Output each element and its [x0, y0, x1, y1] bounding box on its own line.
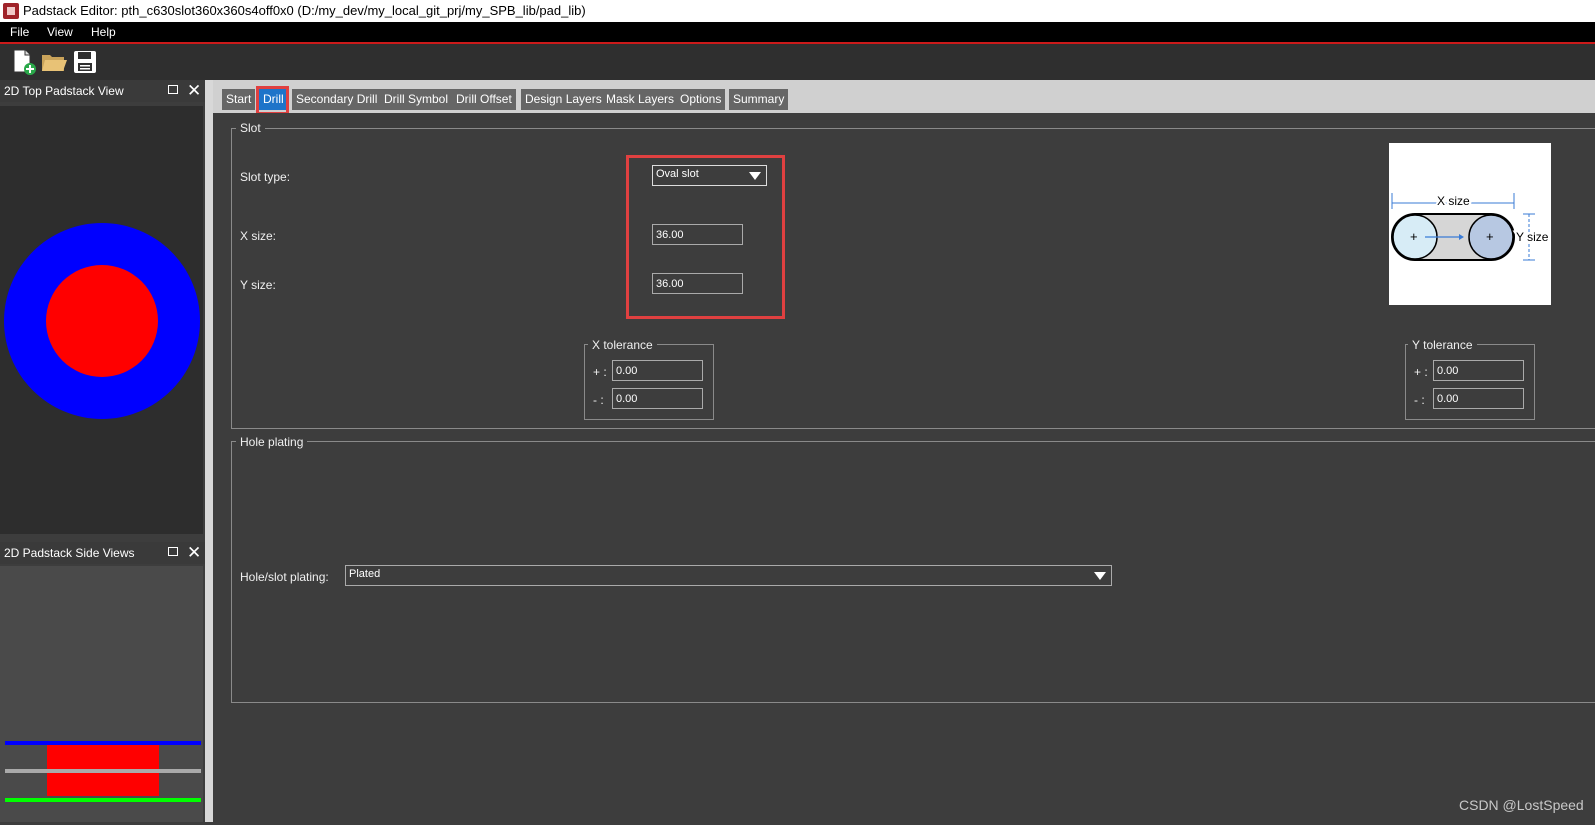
x-tol-minus-label: - : [593, 393, 604, 407]
bottom-layer-line [5, 798, 201, 802]
close-icon[interactable]: ✕ [187, 543, 201, 563]
menu-bar: File View Help [0, 22, 1595, 44]
diagram-y-label: Y size [1516, 230, 1549, 244]
window-title-bar: Padstack Editor: pth_c630slot360x360s4of… [0, 0, 1595, 22]
float-icon[interactable] [168, 547, 178, 556]
menu-view[interactable]: View [47, 25, 73, 39]
tab-drill-offset[interactable]: Drill Offset [452, 89, 516, 110]
tab-drill-symbol[interactable]: Drill Symbol [380, 89, 453, 110]
svg-text:+: + [1486, 229, 1494, 244]
hole-slot-plating-value: Plated [349, 568, 381, 580]
side-padstack-view [0, 566, 203, 822]
tab-design-layers[interactable]: Design Layers [521, 89, 606, 110]
pad-inner-circle [46, 265, 158, 377]
dock-splitter[interactable] [205, 80, 213, 822]
x-tol-minus-input[interactable] [612, 388, 703, 409]
hole-slot-plating-label: Hole/slot plating: [240, 570, 329, 584]
svg-text:+: + [1410, 229, 1418, 244]
oval-slot-drawing: X size + + Y size [1391, 192, 1551, 261]
hole-slot-plating-select[interactable]: Plated [345, 565, 1112, 586]
side-view-dock-header: 2D Padstack Side Views ✕ [0, 542, 205, 564]
top-padstack-view [0, 106, 203, 534]
padstack-side-drawing [5, 741, 201, 802]
top-layer-line [5, 741, 201, 745]
diagram-x-label: X size [1437, 194, 1470, 208]
slot-group-legend: Slot [236, 121, 265, 135]
y-tol-plus-label: + : [1414, 365, 1428, 379]
y-size-label: Y size: [240, 278, 276, 292]
save-icon[interactable] [71, 48, 99, 76]
tab-options[interactable]: Options [676, 89, 726, 110]
float-icon[interactable] [168, 85, 178, 94]
y-tol-minus-input[interactable] [1433, 388, 1524, 409]
slot-type-label: Slot type: [240, 170, 291, 184]
y-tol-plus-input[interactable] [1433, 360, 1524, 381]
menu-help[interactable]: Help [91, 25, 116, 39]
new-file-icon[interactable] [10, 48, 38, 76]
slot-params-highlight [626, 155, 785, 319]
close-icon[interactable]: ✕ [187, 81, 201, 101]
y-tolerance-legend: Y tolerance [1408, 338, 1477, 352]
window-title: Padstack Editor: pth_c630slot360x360s4of… [23, 3, 586, 18]
tab-summary[interactable]: Summary [729, 89, 789, 110]
drill-tab-highlight [256, 86, 289, 115]
x-size-label: X size: [240, 229, 277, 243]
hole-plating-legend: Hole plating [236, 435, 308, 449]
app-icon [3, 3, 19, 19]
padstack-top-drawing [4, 223, 200, 419]
x-tol-plus-label: + : [593, 365, 607, 379]
open-folder-icon[interactable] [40, 48, 68, 76]
y-tol-minus-label: - : [1414, 393, 1425, 407]
top-view-dock-title: 2D Top Padstack View [4, 84, 124, 98]
x-tolerance-legend: X tolerance [588, 338, 657, 352]
top-view-dock-header: 2D Top Padstack View ✕ [0, 80, 205, 102]
watermark: CSDN @LostSpeed [1459, 797, 1584, 813]
x-tol-plus-input[interactable] [612, 360, 703, 381]
mid-layer-line [5, 769, 201, 773]
chevron-down-icon [1094, 572, 1106, 580]
menu-file[interactable]: File [10, 25, 29, 39]
toolbar [0, 44, 1595, 80]
side-view-dock-title: 2D Padstack Side Views [4, 546, 135, 560]
oval-slot-diagram: X size + + Y size [1389, 143, 1551, 305]
tab-secondary-drill[interactable]: Secondary Drill [292, 89, 382, 110]
tab-start[interactable]: Start [222, 89, 256, 110]
tab-mask-layers[interactable]: Mask Layers [602, 89, 679, 110]
